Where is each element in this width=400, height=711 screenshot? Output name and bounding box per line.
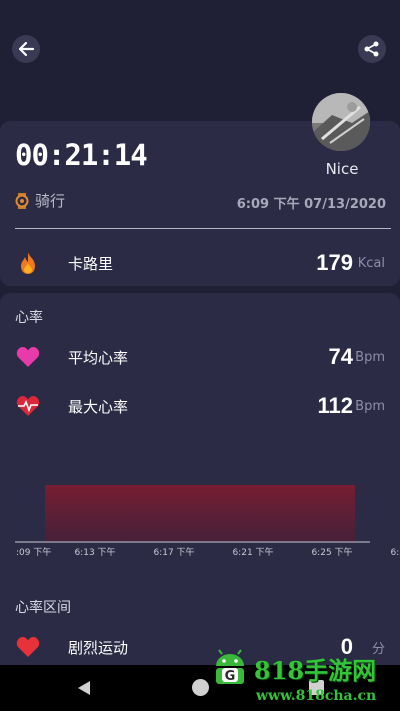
- max-heart-rate-unit: Bpm: [355, 398, 385, 414]
- flame-icon: [15, 250, 41, 276]
- duration: 00:21:14: [15, 138, 148, 172]
- heart-rate-chart: :09 下午 6:13 下午 6:17 下午 6:21 下午 6:25 下午 6:29 下…: [15, 485, 400, 558]
- share-button[interactable]: [358, 35, 386, 63]
- x-tick-label: 6:17 下午: [153, 546, 194, 558]
- avg-heart-rate-value: 74: [328, 344, 353, 369]
- divider: [15, 228, 391, 229]
- avatar[interactable]: [312, 93, 370, 151]
- heart-zone-section-title: 心率区间: [15, 600, 71, 616]
- sport-type: 骑行: [15, 190, 65, 211]
- workout-datetime: 6:09 下午 07/13/2020: [236, 197, 386, 212]
- avg-heart-rate-row: 平均心率 74 Bpm: [15, 342, 385, 372]
- nickname: Nice: [325, 160, 359, 178]
- avg-heart-rate-unit: Bpm: [355, 349, 385, 365]
- bike-watch-icon: [15, 192, 29, 209]
- watermark: G 818手游网: [210, 648, 376, 688]
- circle-home-icon[interactable]: [192, 679, 209, 696]
- heart-pulse-icon: [15, 393, 41, 419]
- heart-rate-section-title: 心率: [15, 310, 43, 326]
- sport-label: 骑行: [35, 192, 66, 210]
- calories-row: 卡路里 179 Kcal: [15, 248, 385, 278]
- x-tick-label: :09 下午: [16, 546, 51, 558]
- arrow-left-icon: [18, 41, 35, 57]
- watermark-url: www.818cha.cn: [256, 688, 377, 704]
- android-logo: G: [216, 649, 244, 684]
- intense-zone-label: 剧烈运动: [68, 638, 129, 657]
- x-tick-label: 6:13 下午: [74, 546, 115, 558]
- heart-icon: [15, 344, 41, 370]
- heart-rate-area: [45, 485, 355, 542]
- max-heart-rate-row: 最大心率 112 Bpm: [15, 391, 385, 421]
- x-tick-label: 6:21 下午: [232, 546, 273, 558]
- calories-value: 179: [316, 250, 353, 275]
- calories-label: 卡路里: [68, 254, 114, 273]
- avatar-image: [312, 93, 370, 151]
- svg-text:G: G: [225, 669, 236, 684]
- max-heart-rate-label: 最大心率: [68, 397, 129, 416]
- watermark-text: 818手游网: [254, 655, 377, 685]
- back-button[interactable]: [12, 35, 40, 63]
- max-heart-rate-value: 112: [317, 393, 354, 418]
- share-icon: [364, 41, 379, 57]
- heart-icon: [15, 634, 41, 660]
- x-tick-label: 6:29 下午: [390, 546, 400, 558]
- avg-heart-rate-label: 平均心率: [68, 348, 129, 367]
- x-tick-label: 6:25 下午: [311, 546, 352, 558]
- triangle-back-icon[interactable]: [76, 680, 92, 696]
- calories-unit: Kcal: [357, 255, 385, 271]
